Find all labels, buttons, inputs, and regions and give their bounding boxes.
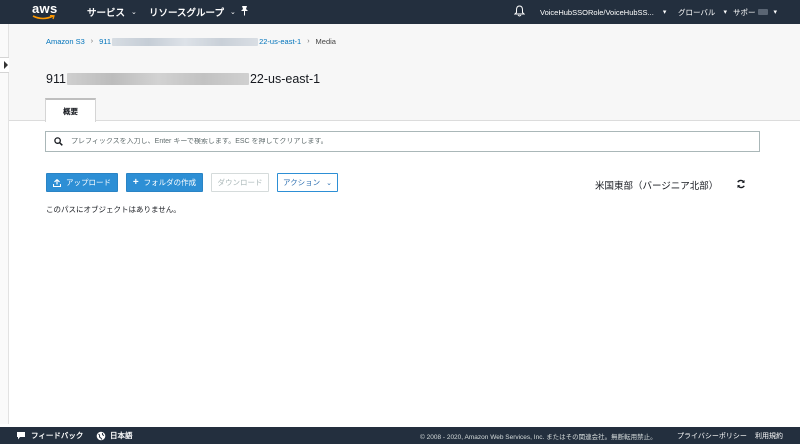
- redacted-text: [757, 9, 768, 15]
- language-label: 日本語: [110, 431, 133, 440]
- support-menu[interactable]: サポー ▾: [733, 0, 777, 24]
- tab-overview-label: 概要: [63, 106, 78, 116]
- create-folder-button[interactable]: + フォルダの作成: [126, 173, 203, 192]
- region-menu-label: グローバル: [678, 7, 716, 17]
- aws-smile-icon: [32, 15, 55, 20]
- account-menu[interactable]: VoiceHubSSORole/VoiceHubSS... ▾: [540, 0, 666, 24]
- page-title: 911 22-us-east-1: [46, 72, 320, 86]
- caret-right-icon: [3, 61, 8, 69]
- account-label: VoiceHubSSORole/VoiceHubSS...: [540, 7, 654, 17]
- collapsed-sidebar: [0, 24, 9, 424]
- terms-link[interactable]: 利用規約: [755, 427, 783, 444]
- chevron-right-icon: ›: [90, 38, 94, 45]
- privacy-policy-link[interactable]: プライバシーポリシー: [677, 427, 747, 444]
- language-selector[interactable]: 日本語: [96, 427, 133, 444]
- feedback-icon: [17, 432, 25, 440]
- search-icon: [54, 137, 63, 146]
- breadcrumb-bucket[interactable]: 911 22-us-east-1: [99, 37, 302, 47]
- aws-logo-text: aws: [32, 1, 58, 16]
- bucket-name-prefix: 911: [99, 37, 112, 46]
- services-label: サービス: [87, 8, 126, 19]
- chevron-down-icon: ▾: [773, 9, 778, 16]
- services-menu[interactable]: サービス ⌄: [87, 0, 137, 24]
- resource-groups-label: リソースグループ: [149, 8, 224, 19]
- chevron-down-icon: ⌄: [131, 9, 137, 16]
- empty-state-message: このパスにオブジェクトはありません。: [46, 205, 181, 214]
- breadcrumb: Amazon S3 › 911 22-us-east-1 › Media: [46, 37, 336, 47]
- chevron-right-icon: ›: [307, 38, 310, 45]
- copyright-text: © 2008 - 2020, Amazon Web Services, Inc.…: [420, 433, 657, 441]
- globe-icon: [96, 431, 106, 440]
- title-prefix: 911: [46, 72, 66, 86]
- refresh-icon[interactable]: [736, 179, 746, 189]
- feedback-label: フィードバック: [31, 431, 84, 440]
- search-input[interactable]: [71, 138, 751, 145]
- support-label: サポー: [733, 7, 756, 17]
- resource-groups-menu[interactable]: リソースグループ ⌄: [149, 0, 236, 24]
- region-menu[interactable]: グローバル ▾: [678, 0, 727, 24]
- bucket-name-suffix: 22-us-east-1: [259, 37, 302, 46]
- chevron-down-icon: ⌄: [229, 9, 236, 16]
- upload-label: アップロード: [66, 178, 111, 187]
- upload-button[interactable]: アップロード: [46, 173, 118, 192]
- search-box: [45, 131, 760, 152]
- chevron-down-icon: ▾: [723, 9, 727, 16]
- chevron-down-icon: ▾: [662, 9, 667, 16]
- redacted-text: [112, 38, 259, 47]
- chevron-down-icon: ⌄: [326, 179, 332, 187]
- footer-bar: フィードバック 日本語 © 2008 - 2020, Amazon Web Se…: [0, 427, 800, 444]
- breadcrumb-current: Media: [315, 37, 336, 46]
- region-label: 米国東部（バージニア北部）: [595, 181, 719, 192]
- bell-icon[interactable]: [514, 5, 525, 17]
- download-label: ダウンロード: [217, 178, 263, 187]
- download-button[interactable]: ダウンロード: [211, 173, 269, 192]
- actions-label: アクション: [283, 178, 321, 187]
- redacted-text: [66, 73, 249, 85]
- breadcrumb-amazon-s3[interactable]: Amazon S3: [46, 37, 85, 46]
- actions-dropdown[interactable]: アクション ⌄: [277, 173, 338, 192]
- upload-icon: [53, 178, 61, 187]
- aws-logo[interactable]: aws: [30, 1, 58, 23]
- title-suffix: 22-us-east-1: [249, 72, 321, 86]
- plus-icon: +: [132, 177, 139, 188]
- create-folder-label: フォルダの作成: [143, 178, 197, 187]
- pin-icon[interactable]: [240, 5, 249, 16]
- top-navigation-bar: aws サービス ⌄ リソースグループ ⌄ VoiceHubSSORole/Vo…: [0, 0, 800, 24]
- feedback-link[interactable]: フィードバック: [16, 427, 83, 444]
- tab-overview[interactable]: 概要: [45, 98, 96, 122]
